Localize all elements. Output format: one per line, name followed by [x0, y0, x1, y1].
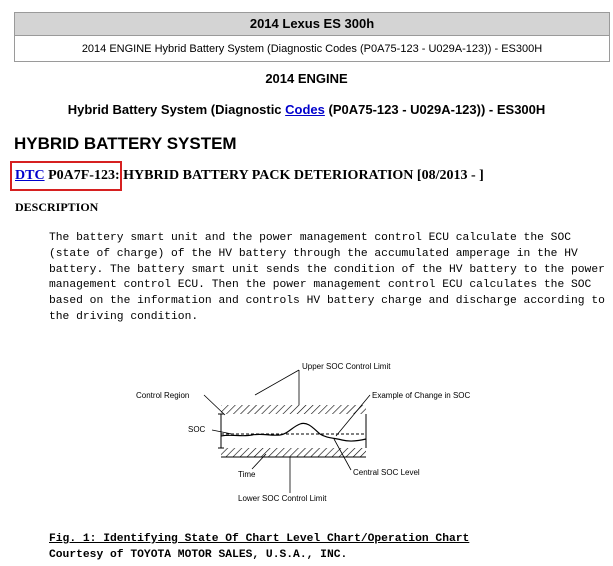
description-line: (state of charge) of the HV battery thro… — [49, 247, 578, 260]
description-body: The battery smart unit and the power man… — [49, 231, 613, 326]
lower-limit-label: Lower SOC Control Limit — [238, 494, 327, 503]
soc-diagram: Upper SOC Control Limit Control Region E… — [136, 362, 470, 503]
codes-link[interactable]: Codes — [285, 102, 325, 117]
lower-limit-band — [221, 448, 366, 457]
header-subtitle: 2014 ENGINE Hybrid Battery System (Diagn… — [81, 43, 543, 55]
soc-label: SOC — [188, 425, 206, 434]
header-title: 2014 Lexus ES 300h — [15, 13, 609, 36]
description-line: the driving condition. — [49, 310, 199, 323]
dtc-code: P0A7F-123: — [44, 168, 120, 183]
upper-limit-label: Upper SOC Control Limit — [302, 362, 391, 371]
dtc-link[interactable]: DTC — [15, 168, 45, 183]
header-box: 2014 Lexus ES 300h 2014 ENGINE Hybrid Ba… — [14, 12, 610, 62]
time-label: Time — [238, 470, 256, 479]
section-heading: HYBRID BATTERY SYSTEM — [14, 134, 237, 153]
document-title-suffix: (P0A75-123 - U029A-123)) - ES300H — [324, 102, 546, 117]
document-title-prefix: Hybrid Battery System (Diagnostic — [67, 102, 286, 117]
central-level-label: Central SOC Level — [353, 468, 420, 477]
control-region-label: Control Region — [136, 391, 189, 400]
description-line: based on the information and controls HV… — [49, 295, 605, 308]
dtc-heading: DTC P0A7F-123: HYBRID BATTERY PACK DETER… — [15, 168, 484, 184]
figure-caption: Fig. 1: Identifying State Of Chart Level… — [49, 533, 470, 545]
description-label: DESCRIPTION — [15, 200, 99, 214]
upper-limit-band — [221, 405, 366, 414]
document-title: Hybrid Battery System (Diagnostic Codes … — [0, 102, 613, 117]
description-line: The battery smart unit and the power man… — [49, 232, 572, 244]
dtc-title: HYBRID BATTERY PACK DETERIORATION [08/20… — [119, 168, 484, 183]
description-line: management control ECU. Then the power m… — [49, 279, 592, 292]
engine-heading: 2014 ENGINE — [265, 71, 348, 86]
description-line: battery. The battery smart unit sends th… — [49, 263, 605, 276]
figure-courtesy: Courtesy of TOYOTA MOTOR SALES, U.S.A., … — [49, 549, 348, 561]
example-change-label: Example of Change in SOC — [372, 391, 470, 400]
